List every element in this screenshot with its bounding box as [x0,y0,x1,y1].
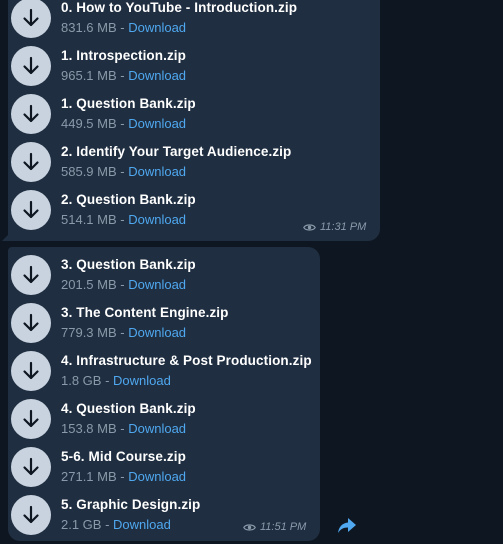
download-arrow-icon [23,361,39,380]
file-meta: 585.9 MB - Download [61,164,186,179]
download-link[interactable]: Download [128,164,186,179]
file-name: 2. Identify Your Target Audience.zip [61,144,292,159]
file-meta: 1.8 GB - Download [61,373,171,388]
file-size: 514.1 MB [61,212,117,227]
download-link[interactable]: Download [113,373,171,388]
download-link[interactable]: Download [128,277,186,292]
download-arrow-icon [23,409,39,428]
download-button[interactable] [11,399,51,439]
download-link[interactable]: Download [128,212,186,227]
download-link[interactable]: Download [128,20,186,35]
download-arrow-icon [23,56,39,75]
file-item: 3. The Content Engine.zip 779.3 MB - Dow… [11,303,371,345]
meta-separator: - [116,164,129,179]
forward-arrow-icon [338,518,356,533]
file-item: 4. Question Bank.zip 153.8 MB - Download [11,399,371,441]
file-item: 0. How to YouTube - Introduction.zip 831… [11,0,371,40]
file-size: 449.5 MB [61,116,117,131]
download-link[interactable]: Download [128,325,186,340]
file-meta: 449.5 MB - Download [61,116,186,131]
file-item: 5. Graphic Design.zip 2.1 GB - Download [11,495,371,537]
meta-separator: - [116,277,129,292]
meta-separator: - [101,373,114,388]
file-name: 2. Question Bank.zip [61,192,196,207]
file-name: 0. How to YouTube - Introduction.zip [61,0,298,15]
file-meta: 779.3 MB - Download [61,325,186,340]
download-button[interactable] [11,255,51,295]
message-time: 11:51 PM [260,521,307,533]
download-button[interactable] [11,46,51,86]
message-time: 11:31 PM [320,221,367,233]
download-button[interactable] [11,495,51,535]
file-meta: 831.6 MB - Download [61,20,186,35]
download-button[interactable] [11,0,51,38]
meta-separator: - [116,325,129,340]
download-link[interactable]: Download [128,116,186,131]
file-size: 585.9 MB [61,164,117,179]
download-button[interactable] [11,190,51,230]
meta-separator: - [116,469,129,484]
file-name: 1. Introspection.zip [61,48,187,63]
file-size: 153.8 MB [61,421,117,436]
message-meta: 11:51 PM [243,521,306,533]
download-arrow-icon [23,313,39,332]
file-meta: 965.1 MB - Download [61,68,186,83]
file-meta: 201.5 MB - Download [61,277,186,292]
eye-icon [243,523,256,531]
download-link[interactable]: Download [128,68,186,83]
meta-separator: - [101,517,114,532]
download-link[interactable]: Download [128,469,186,484]
file-size: 779.3 MB [61,325,117,340]
file-name: 1. Question Bank.zip [61,96,196,111]
file-meta: 153.8 MB - Download [61,421,186,436]
file-name: 4. Infrastructure & Post Production.zip [61,353,312,368]
download-arrow-icon [23,8,39,27]
download-arrow-icon [23,457,39,476]
file-size: 831.6 MB [61,20,117,35]
file-item: 4. Infrastructure & Post Production.zip … [11,351,371,393]
chat-view: 0. How to YouTube - Introduction.zip 831… [0,0,503,544]
file-name: 3. Question Bank.zip [61,257,196,272]
file-size: 2.1 GB [61,517,102,532]
download-button[interactable] [11,142,51,182]
download-arrow-icon [23,152,39,171]
file-meta: 2.1 GB - Download [61,517,171,532]
file-meta: 514.1 MB - Download [61,212,186,227]
file-name: 5. Graphic Design.zip [61,497,201,512]
file-item: 1. Question Bank.zip 449.5 MB - Download [11,94,371,136]
download-arrow-icon [23,200,39,219]
meta-separator: - [116,421,129,436]
meta-separator: - [116,116,129,131]
download-button[interactable] [11,94,51,134]
download-button[interactable] [11,447,51,487]
download-button[interactable] [11,351,51,391]
download-link[interactable]: Download [128,421,186,436]
file-name: 3. The Content Engine.zip [61,305,229,320]
meta-separator: - [116,20,129,35]
message-meta: 11:31 PM [303,221,366,233]
eye-icon [303,223,316,231]
download-arrow-icon [23,505,39,524]
download-arrow-icon [23,104,39,123]
file-item: 1. Introspection.zip 965.1 MB - Download [11,46,371,88]
meta-separator: - [116,68,129,83]
file-size: 965.1 MB [61,68,117,83]
download-link[interactable]: Download [113,517,171,532]
file-name: 5-6. Mid Course.zip [61,449,186,464]
file-item: 5-6. Mid Course.zip 271.1 MB - Download [11,447,371,489]
file-item: 2. Identify Your Target Audience.zip 585… [11,142,371,184]
file-size: 271.1 MB [61,469,117,484]
download-button[interactable] [11,303,51,343]
file-name: 4. Question Bank.zip [61,401,196,416]
file-item: 3. Question Bank.zip 201.5 MB - Download [11,255,371,297]
meta-separator: - [116,212,129,227]
file-size: 201.5 MB [61,277,117,292]
forward-button[interactable] [336,516,358,536]
file-size: 1.8 GB [61,373,102,388]
file-meta: 271.1 MB - Download [61,469,186,484]
download-arrow-icon [23,265,39,284]
